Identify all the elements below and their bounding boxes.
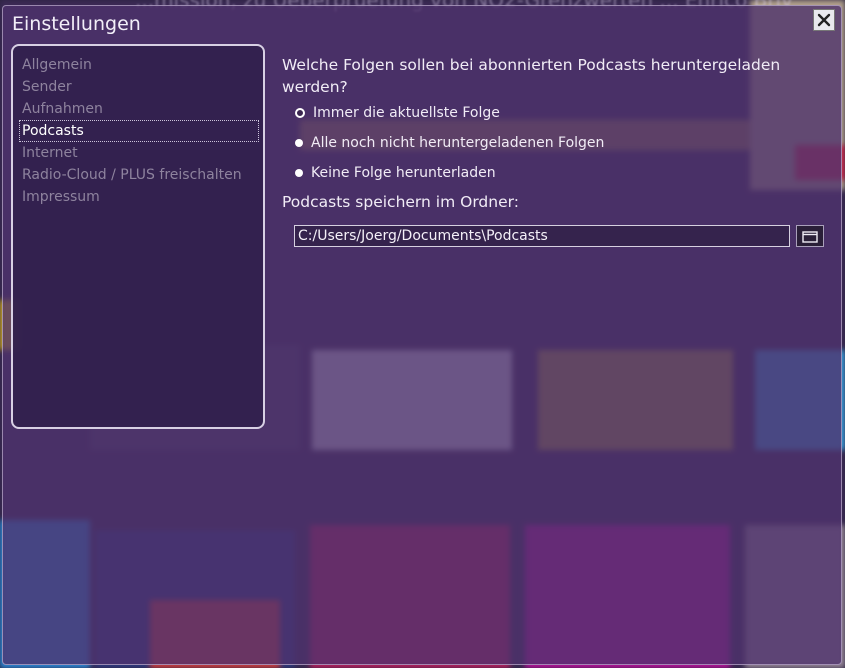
radio-button[interactable] xyxy=(295,139,303,147)
option-all-not-downloaded[interactable]: Alle noch nicht heruntergeladenen Folgen xyxy=(282,128,822,158)
radio-button-checked[interactable] xyxy=(295,108,305,118)
folder-label: Podcasts speichern im Ordner: xyxy=(282,193,519,211)
folder-path-row xyxy=(294,225,824,247)
option-label: Alle noch nicht heruntergeladenen Folgen xyxy=(311,135,605,151)
sidebar-item-sender[interactable]: Sender xyxy=(19,76,259,98)
settings-sidebar: Allgemein Sender Aufnahmen Podcasts Inte… xyxy=(11,44,265,429)
dialog-title: Einstellungen xyxy=(12,13,141,35)
download-question: Welche Folgen sollen bei abonnierten Pod… xyxy=(282,56,781,96)
folder-icon xyxy=(802,230,818,243)
option-label: Keine Folge herunterladen xyxy=(311,165,496,181)
browse-folder-button[interactable] xyxy=(796,225,824,247)
sidebar-item-allgemein[interactable]: Allgemein xyxy=(19,54,259,76)
close-icon xyxy=(817,13,831,27)
option-latest-episode[interactable]: Immer die aktuellste Folge xyxy=(282,98,822,128)
sidebar-item-radio-cloud[interactable]: Radio-Cloud / PLUS freischalten xyxy=(19,164,259,186)
sidebar-item-internet[interactable]: Internet xyxy=(19,142,259,164)
folder-path-input[interactable] xyxy=(294,225,790,247)
radio-button[interactable] xyxy=(295,169,303,177)
podcasts-settings-panel: Welche Folgen sollen bei abonnierten Pod… xyxy=(282,54,824,247)
close-button[interactable] xyxy=(813,9,835,31)
option-no-download[interactable]: Keine Folge herunterladen xyxy=(282,158,822,188)
sidebar-item-aufnahmen[interactable]: Aufnahmen xyxy=(19,98,259,120)
sidebar-item-podcasts[interactable]: Podcasts xyxy=(19,120,259,142)
option-label: Immer die aktuellste Folge xyxy=(313,105,500,121)
sidebar-item-impressum[interactable]: Impressum xyxy=(19,186,259,208)
